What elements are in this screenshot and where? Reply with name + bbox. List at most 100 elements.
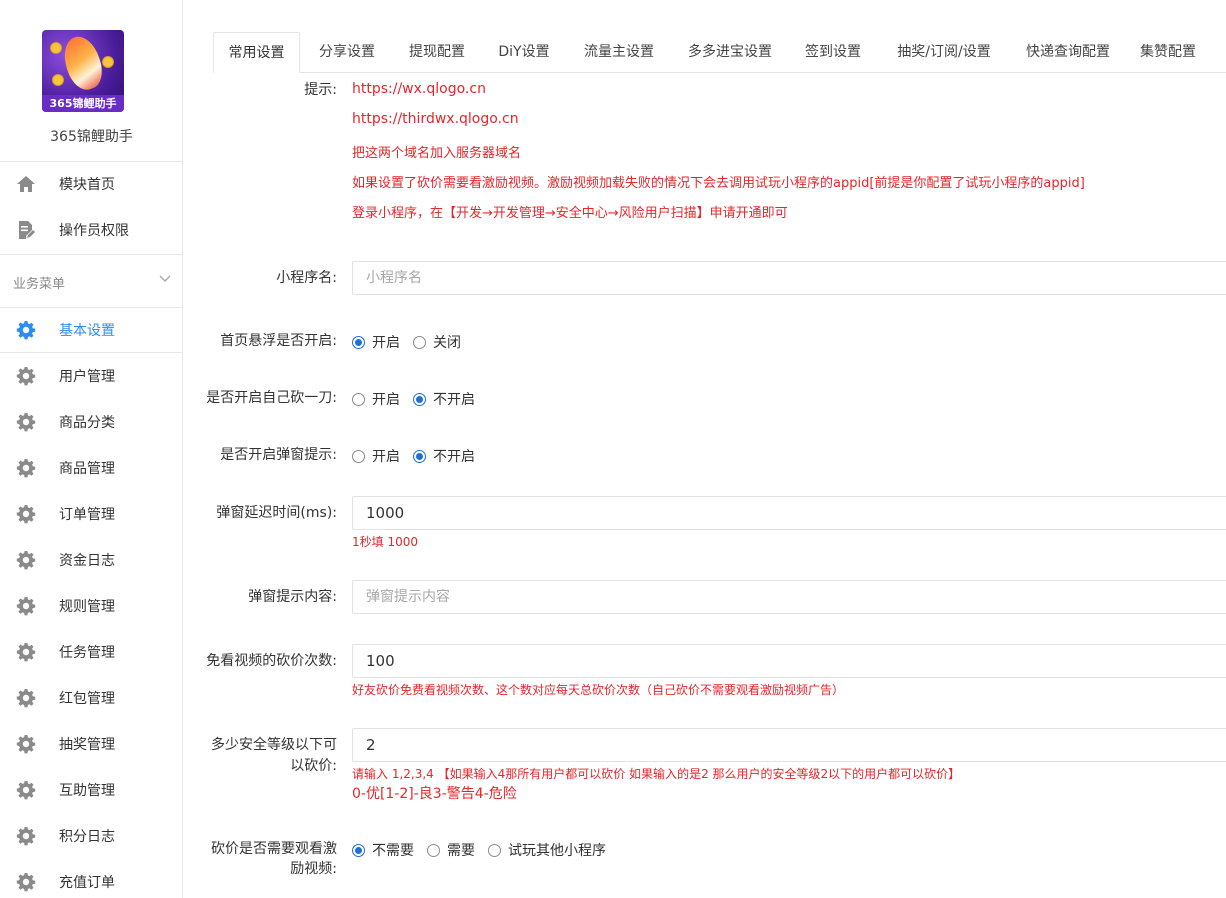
sidebar: 365锦鲤助手 365锦鲤助手 模块首页 操作员权限 业务菜单 基本设置 用户管理… <box>0 0 183 898</box>
home-icon <box>15 173 37 195</box>
free-cut-input[interactable]: 100 <box>352 644 1226 678</box>
chevron-down-icon[interactable] <box>158 272 172 286</box>
radio-unchecked-icon <box>352 392 365 406</box>
sidebar-item-label: 规则管理 <box>59 599 115 615</box>
radio-unchecked-icon <box>488 843 501 857</box>
divider <box>0 352 182 353</box>
safety-label-line1: 多少安全等级以下可 <box>211 737 337 753</box>
sidebar-item-label: 用户管理 <box>59 369 115 385</box>
tab-diy-settings[interactable]: DiY设置 <box>489 32 559 73</box>
free-cut-label: 免看视频的砍价次数: <box>206 653 337 669</box>
sidebar-item[interactable]: 基本设置 <box>0 307 182 353</box>
popup-content-input[interactable]: 弹窗提示内容 <box>352 580 1226 614</box>
sidebar-item-label: 商品分类 <box>59 415 115 431</box>
tab-checkin-settings[interactable]: 签到设置 <box>795 32 871 73</box>
document-edit-icon <box>15 219 37 241</box>
sidebar-item-label: 积分日志 <box>59 829 115 845</box>
tip-line: https://wx.qlogo.cn <box>352 81 486 97</box>
float-radio-off[interactable]: 关闭 <box>413 332 461 352</box>
gear-icon <box>15 457 37 479</box>
sidebar-item-operator-permissions[interactable]: 操作员权限 <box>0 207 182 253</box>
sidebar-item-home[interactable]: 模块首页 <box>0 161 182 207</box>
tab-share-settings[interactable]: 分享设置 <box>309 32 385 73</box>
popup-label: 是否开启弹窗提示: <box>220 447 337 463</box>
gear-icon <box>15 641 37 663</box>
sidebar-item-label: 商品管理 <box>59 461 115 477</box>
video-label-line1: 砍价是否需要观看激 <box>211 841 337 857</box>
tab-lottery-settings[interactable]: 抽奖/订阅/设置 <box>885 32 1003 73</box>
popup-radio-on[interactable]: 开启 <box>352 446 400 466</box>
tab-withdraw-config[interactable]: 提现配置 <box>399 32 475 73</box>
sidebar-item-label: 充值订单 <box>59 875 115 891</box>
safety-hint: 请输入 1,2,3,4 【如果输入4那所有用户都可以砍价 如果输入的是2 那么用… <box>352 767 961 781</box>
sidebar-item[interactable]: 充值订单 <box>0 859 182 898</box>
sidebar-item[interactable]: 抽奖管理 <box>0 721 182 767</box>
free-cut-hint: 好友砍价免费看视频次数、这个数对应每天总砍价次数（自己砍价不需要观看激励视频广告… <box>352 683 845 697</box>
gear-icon <box>15 595 37 617</box>
coin-icon <box>50 42 62 54</box>
settings-tabs: 常用设置 分享设置 提现配置 DiY设置 流量主设置 多多进宝设置 签到设置 抽… <box>213 32 1226 73</box>
sidebar-item-label: 任务管理 <box>59 645 115 661</box>
tab-traffic-settings[interactable]: 流量主设置 <box>573 32 665 73</box>
tab-express-config[interactable]: 快递查询配置 <box>1017 32 1119 73</box>
sidebar-item-label: 资金日志 <box>59 553 115 569</box>
radio-unchecked-icon <box>427 843 440 857</box>
logo-text: 365锦鲤助手 <box>42 95 124 112</box>
gear-icon <box>15 733 37 755</box>
coin-icon <box>102 56 114 68</box>
radio-unchecked-icon <box>413 335 426 349</box>
popup-radio-group: 开启 不开启 <box>352 446 488 466</box>
gear-icon <box>15 779 37 801</box>
safety-label-line2: 以砍价: <box>290 758 337 774</box>
tip-line: 把这两个域名加入服务器域名 <box>352 146 522 161</box>
self-cut-radio-on[interactable]: 开启 <box>352 389 400 409</box>
sidebar-item[interactable]: 商品管理 <box>0 445 182 491</box>
self-cut-radio-off[interactable]: 不开启 <box>413 389 475 409</box>
sidebar-item[interactable]: 积分日志 <box>0 813 182 859</box>
gear-icon <box>15 687 37 709</box>
sidebar-item[interactable]: 订单管理 <box>0 491 182 537</box>
video-radio-trial[interactable]: 试玩其他小程序 <box>488 840 606 860</box>
self-cut-label: 是否开启自己砍一刀: <box>206 390 337 406</box>
tip-line: https://thirdwx.qlogo.cn <box>352 111 519 127</box>
sidebar-item[interactable]: 规则管理 <box>0 583 182 629</box>
video-radio-needed[interactable]: 需要 <box>427 840 475 860</box>
sidebar-item[interactable]: 用户管理 <box>0 353 182 399</box>
safety-input[interactable]: 2 <box>352 728 1226 762</box>
tips-label: 提示: <box>304 82 337 98</box>
sidebar-item-label: 红包管理 <box>59 691 115 707</box>
video-radio-group: 不需要 需要 试玩其他小程序 <box>352 840 619 860</box>
app-logo: 365锦鲤助手 <box>42 30 124 112</box>
popup-content-label: 弹窗提示内容: <box>248 589 337 605</box>
sidebar-item[interactable]: 互助管理 <box>0 767 182 813</box>
gear-icon <box>15 549 37 571</box>
delay-label: 弹窗延迟时间(ms): <box>216 505 337 521</box>
radio-checked-icon <box>352 335 365 349</box>
sidebar-item[interactable]: 商品分类 <box>0 399 182 445</box>
tab-duoduo-settings[interactable]: 多多进宝设置 <box>679 32 781 73</box>
gear-icon <box>15 871 37 893</box>
delay-input[interactable]: 1000 <box>352 496 1226 530</box>
video-label-line2: 励视频: <box>290 861 337 877</box>
sidebar-item-label: 操作员权限 <box>59 223 129 239</box>
float-radio-group: 开启 关闭 <box>352 332 474 352</box>
gear-icon <box>15 365 37 387</box>
tab-likes-config[interactable]: 集赞配置 <box>1133 32 1203 73</box>
video-radio-not-needed[interactable]: 不需要 <box>352 840 414 860</box>
radio-checked-icon <box>413 392 426 406</box>
radio-checked-icon <box>413 449 426 463</box>
tab-common-settings[interactable]: 常用设置 <box>213 32 300 73</box>
sidebar-item[interactable]: 任务管理 <box>0 629 182 675</box>
gear-icon <box>15 503 37 525</box>
section-title: 业务菜单 <box>13 277 66 292</box>
popup-radio-off[interactable]: 不开启 <box>413 446 475 466</box>
sidebar-item-label: 抽奖管理 <box>59 737 115 753</box>
safety-levels-hint: 0-优[1-2]-良3-警告4-危险 <box>352 786 517 802</box>
gear-icon <box>15 825 37 847</box>
sidebar-item[interactable]: 资金日志 <box>0 537 182 583</box>
sidebar-item-label: 基本设置 <box>59 323 115 339</box>
float-radio-on[interactable]: 开启 <box>352 332 400 352</box>
sidebar-item[interactable]: 红包管理 <box>0 675 182 721</box>
gear-icon <box>15 319 37 341</box>
mini-name-input[interactable]: 小程序名 <box>352 261 1226 295</box>
